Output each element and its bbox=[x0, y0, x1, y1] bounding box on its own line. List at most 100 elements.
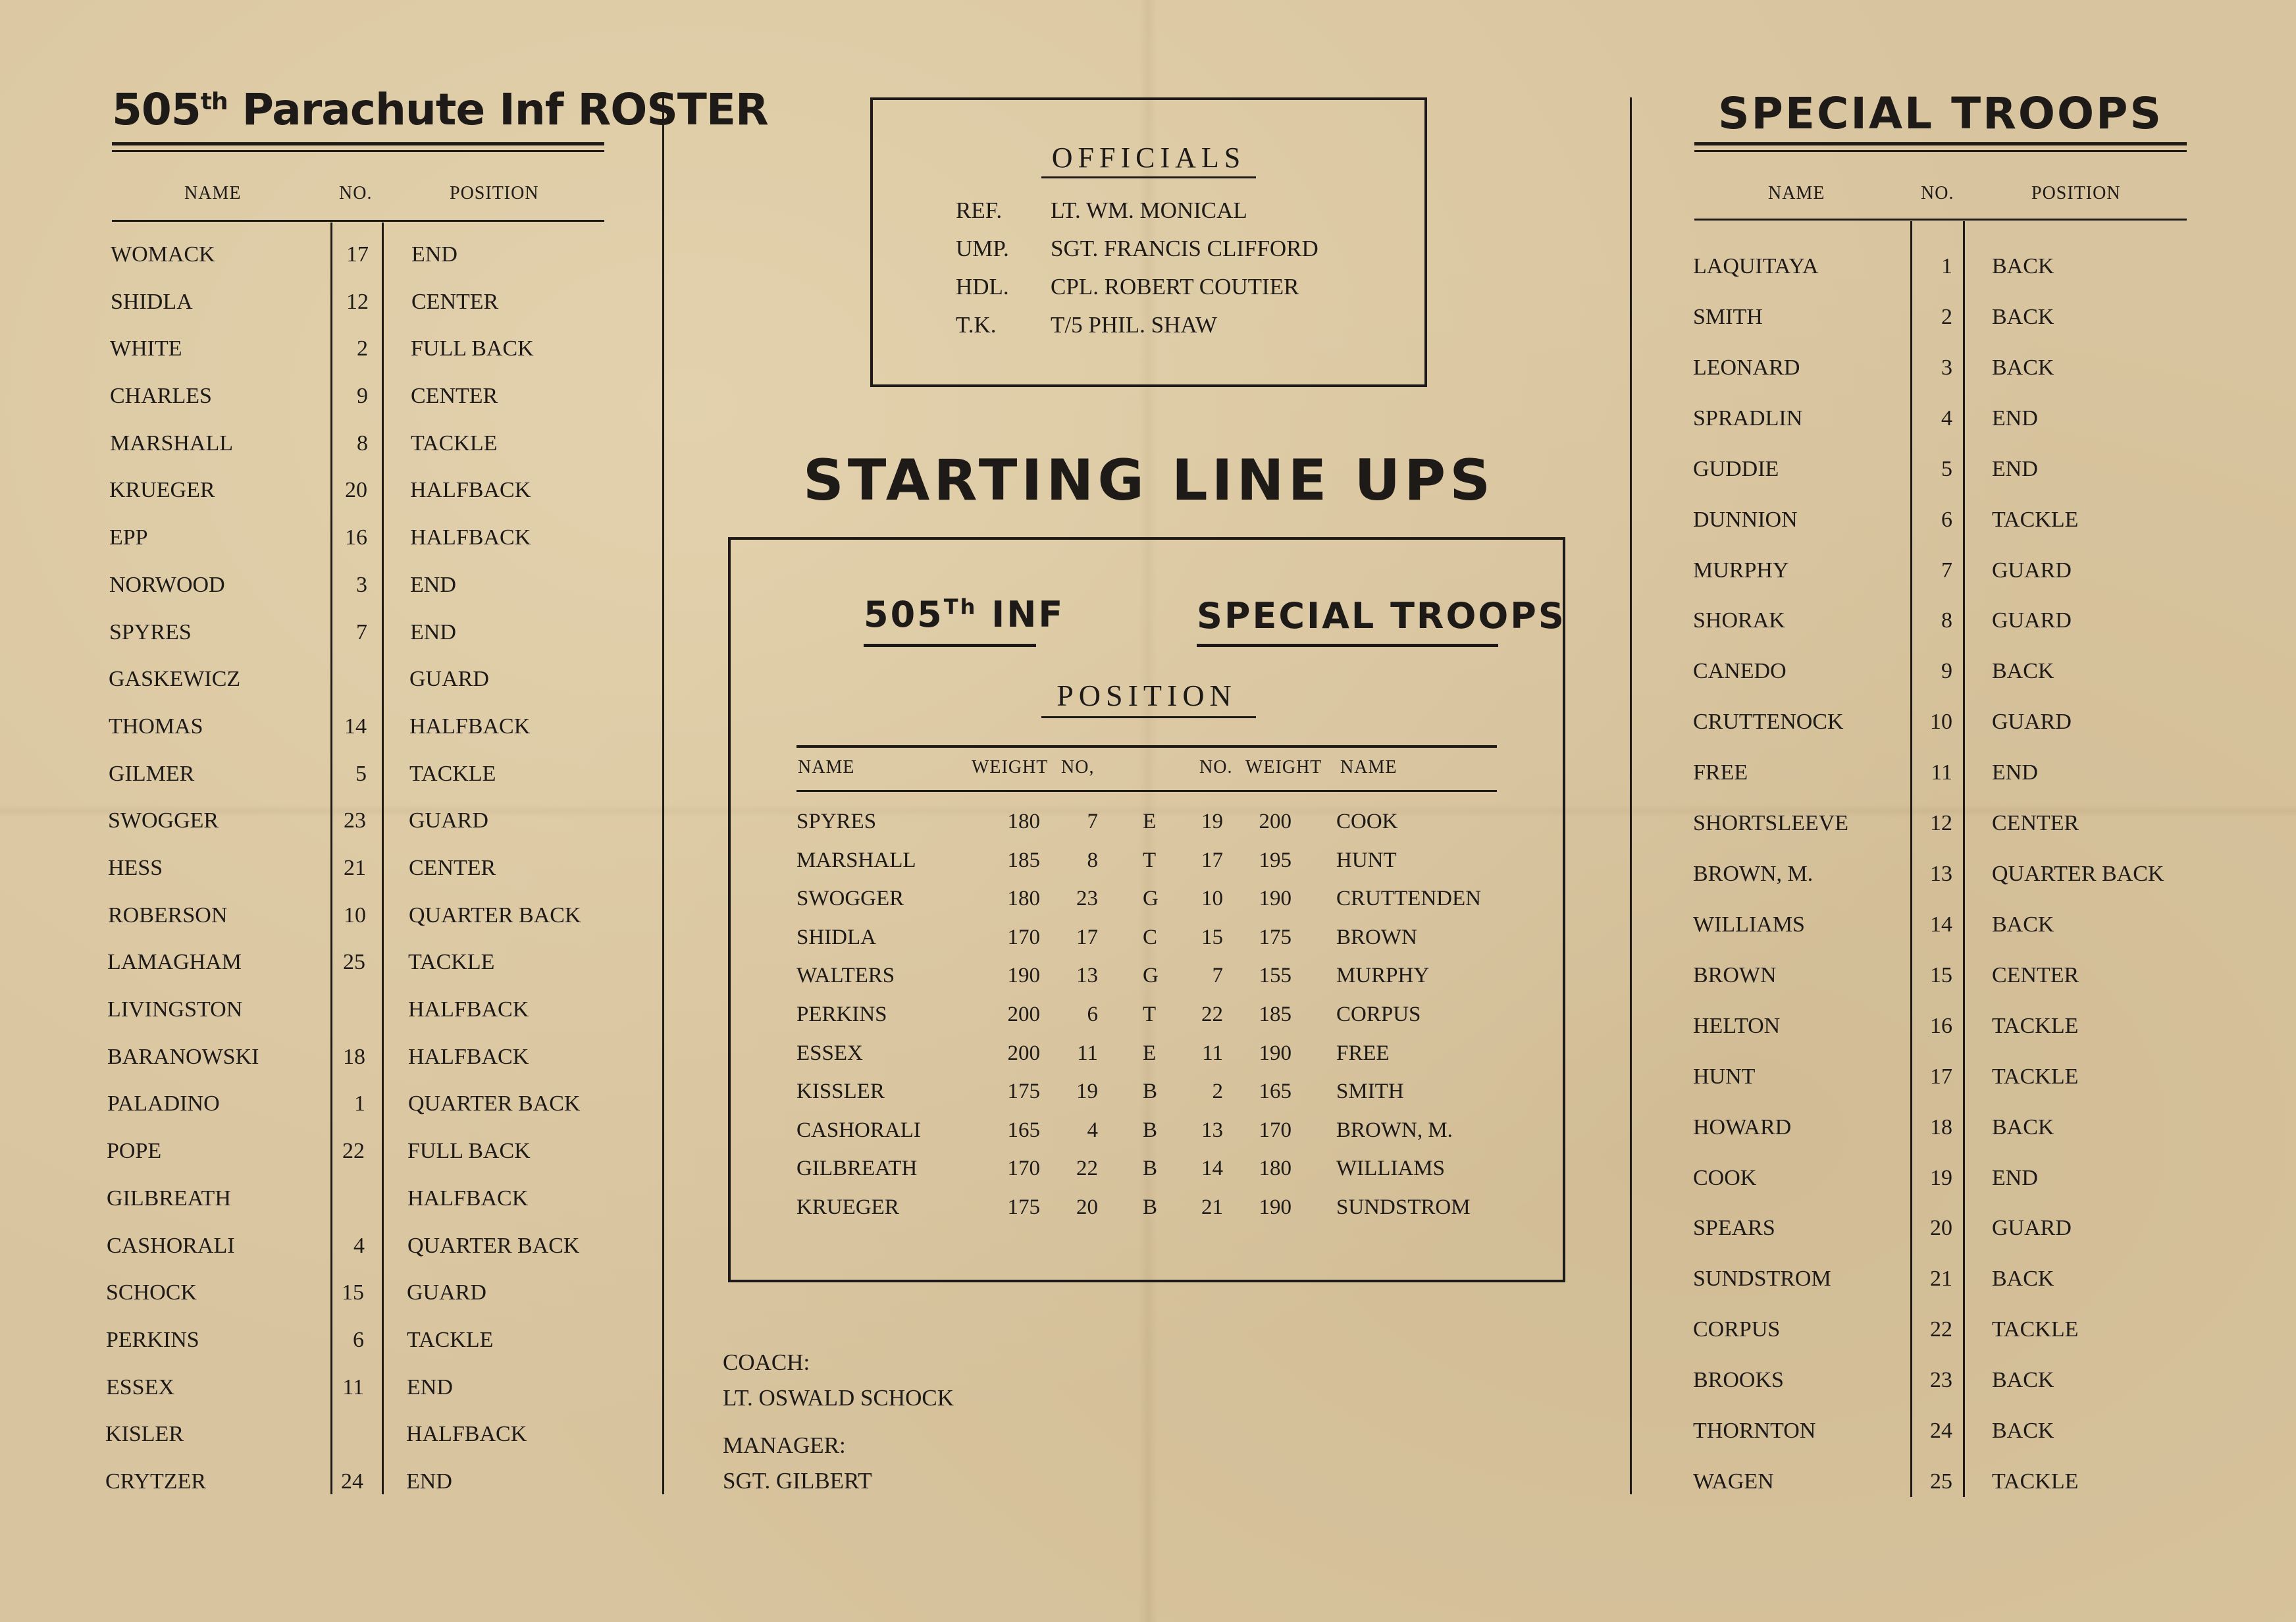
player-name: CANEDO bbox=[1693, 659, 1787, 683]
player-number: 15 bbox=[1930, 963, 1952, 987]
player-name: WAGEN bbox=[1693, 1469, 1774, 1494]
table-row: HOWARD 18 BACK bbox=[0, 1115, 2296, 1155]
player-position: TACKLE bbox=[1992, 1064, 2079, 1089]
player-name: BROOKS bbox=[1693, 1368, 1784, 1392]
player-number: 12 bbox=[1930, 811, 1952, 835]
officials-title-underline bbox=[1041, 176, 1256, 178]
player-number: 1 bbox=[1941, 254, 1952, 278]
table-row: WAGEN 25 TACKLE bbox=[0, 1469, 2296, 1509]
player-position: BACK bbox=[1992, 355, 2054, 380]
table-row: CORPUS 22 TACKLE bbox=[0, 1317, 2296, 1357]
player-name: SHORTSLEEVE bbox=[1693, 811, 1848, 835]
player-position: TACKLE bbox=[1992, 1317, 2079, 1342]
player-number: 23 bbox=[1930, 1368, 1952, 1392]
official-role: REF. bbox=[956, 197, 1003, 223]
player-number: 19 bbox=[1930, 1166, 1952, 1190]
right-header-no: NO. bbox=[1921, 183, 1954, 203]
player-position: BACK bbox=[1992, 912, 2054, 937]
table-row: HELTON 16 TACKLE bbox=[0, 1014, 2296, 1053]
player-name: CRUTTENOCK bbox=[1693, 710, 1844, 734]
player-number: 7 bbox=[1941, 558, 1952, 583]
table-row: MURPHY 7 GUARD bbox=[0, 558, 2296, 598]
player-name: COOK bbox=[1693, 1166, 1757, 1190]
player-name: THORNTON bbox=[1693, 1419, 1816, 1443]
player-name: BROWN bbox=[1693, 963, 1777, 987]
player-number: 14 bbox=[1930, 912, 1952, 937]
table-row: CANEDO 9 BACK bbox=[0, 659, 2296, 698]
player-position: END bbox=[1992, 760, 2038, 785]
player-position: END bbox=[1992, 457, 2038, 481]
player-number: 10 bbox=[1930, 710, 1952, 734]
table-row: HUNT 17 TACKLE bbox=[0, 1064, 2296, 1104]
table-row: LAQUITAYA 1 BACK bbox=[0, 254, 2296, 294]
player-position: BACK bbox=[1992, 1267, 2054, 1291]
player-name: CORPUS bbox=[1693, 1317, 1781, 1342]
player-name: SUNDSTROM bbox=[1693, 1267, 1831, 1291]
table-row: DUNNION 6 TACKLE bbox=[0, 508, 2296, 547]
player-name: LEONARD bbox=[1693, 355, 1800, 380]
player-position: CENTER bbox=[1992, 963, 2079, 987]
player-name: WILLIAMS bbox=[1693, 912, 1805, 937]
table-row: COOK 19 END bbox=[0, 1166, 2296, 1205]
player-position: CENTER bbox=[1992, 811, 2079, 835]
player-position: END bbox=[1992, 406, 2038, 431]
table-row: SHORAK 8 GUARD bbox=[0, 608, 2296, 648]
table-row: WILLIAMS 14 BACK bbox=[0, 912, 2296, 952]
player-position: BACK bbox=[1992, 254, 2054, 278]
player-name: GUDDIE bbox=[1693, 457, 1779, 481]
table-row: CRUTTENOCK 10 GUARD bbox=[0, 710, 2296, 749]
player-number: 5 bbox=[1941, 457, 1952, 481]
player-number: 21 bbox=[1930, 1267, 1952, 1291]
player-position: GUARD bbox=[1992, 1216, 2072, 1240]
player-name: BROWN, M. bbox=[1693, 862, 1813, 886]
player-position: BACK bbox=[1992, 1115, 2054, 1139]
player-position: GUARD bbox=[1992, 558, 2072, 583]
player-number: 25 bbox=[1930, 1469, 1952, 1494]
table-row: GUDDIE 5 END bbox=[0, 457, 2296, 496]
table-row: LEONARD 3 BACK bbox=[0, 355, 2296, 395]
player-number: 2 bbox=[1941, 305, 1952, 329]
player-number: 22 bbox=[1930, 1317, 1952, 1342]
official-name: LT. WM. MONICAL bbox=[1051, 197, 1247, 223]
table-row: SPEARS 20 GUARD bbox=[0, 1216, 2296, 1255]
player-position: TACKLE bbox=[1992, 1469, 2079, 1494]
table-row: SUNDSTROM 21 BACK bbox=[0, 1267, 2296, 1306]
right-header-rule bbox=[1694, 219, 2187, 221]
right-header-position: POSITION bbox=[2031, 183, 2121, 203]
player-name: SPRADLIN bbox=[1693, 406, 1803, 431]
player-name: SMITH bbox=[1693, 305, 1763, 329]
table-row: SPRADLIN 4 END bbox=[0, 406, 2296, 446]
table-row: BROOKS 23 BACK bbox=[0, 1368, 2296, 1407]
player-position: TACKLE bbox=[1992, 508, 2079, 532]
player-name: HUNT bbox=[1693, 1064, 1756, 1089]
right-roster-title: SPECIAL TROOPS bbox=[1717, 88, 2164, 139]
player-position: BACK bbox=[1992, 1419, 2054, 1443]
player-number: 13 bbox=[1930, 862, 1952, 886]
table-row: BROWN, M. 13 QUARTER BACK bbox=[0, 862, 2296, 901]
player-position: GUARD bbox=[1992, 608, 2072, 633]
player-position: BACK bbox=[1992, 305, 2054, 329]
player-number: 9 bbox=[1941, 659, 1952, 683]
player-name: DUNNION bbox=[1693, 508, 1798, 532]
player-number: 4 bbox=[1941, 406, 1952, 431]
right-header-name: NAME bbox=[1768, 183, 1825, 203]
player-number: 16 bbox=[1930, 1014, 1952, 1038]
officials-title: OFFICIALS bbox=[1051, 142, 1246, 174]
player-name: SPEARS bbox=[1693, 1216, 1775, 1240]
player-position: TACKLE bbox=[1992, 1014, 2079, 1038]
player-number: 8 bbox=[1941, 608, 1952, 633]
player-name: HOWARD bbox=[1693, 1115, 1792, 1139]
player-name: HELTON bbox=[1693, 1014, 1781, 1038]
table-row: BROWN 15 CENTER bbox=[0, 963, 2296, 1003]
table-row: SMITH 2 BACK bbox=[0, 305, 2296, 344]
player-number: 20 bbox=[1930, 1216, 1952, 1240]
player-position: BACK bbox=[1992, 659, 2054, 683]
table-row: FREE 11 END bbox=[0, 760, 2296, 800]
program-sheet: 505th Parachute Inf ROSTER NAME NO. POSI… bbox=[0, 0, 2296, 1622]
right-title-underline bbox=[1694, 142, 2187, 152]
table-row: SHORTSLEEVE 12 CENTER bbox=[0, 811, 2296, 850]
player-position: END bbox=[1992, 1166, 2038, 1190]
player-number: 11 bbox=[1931, 760, 1952, 785]
player-name: FREE bbox=[1693, 760, 1748, 785]
player-number: 18 bbox=[1930, 1115, 1952, 1139]
